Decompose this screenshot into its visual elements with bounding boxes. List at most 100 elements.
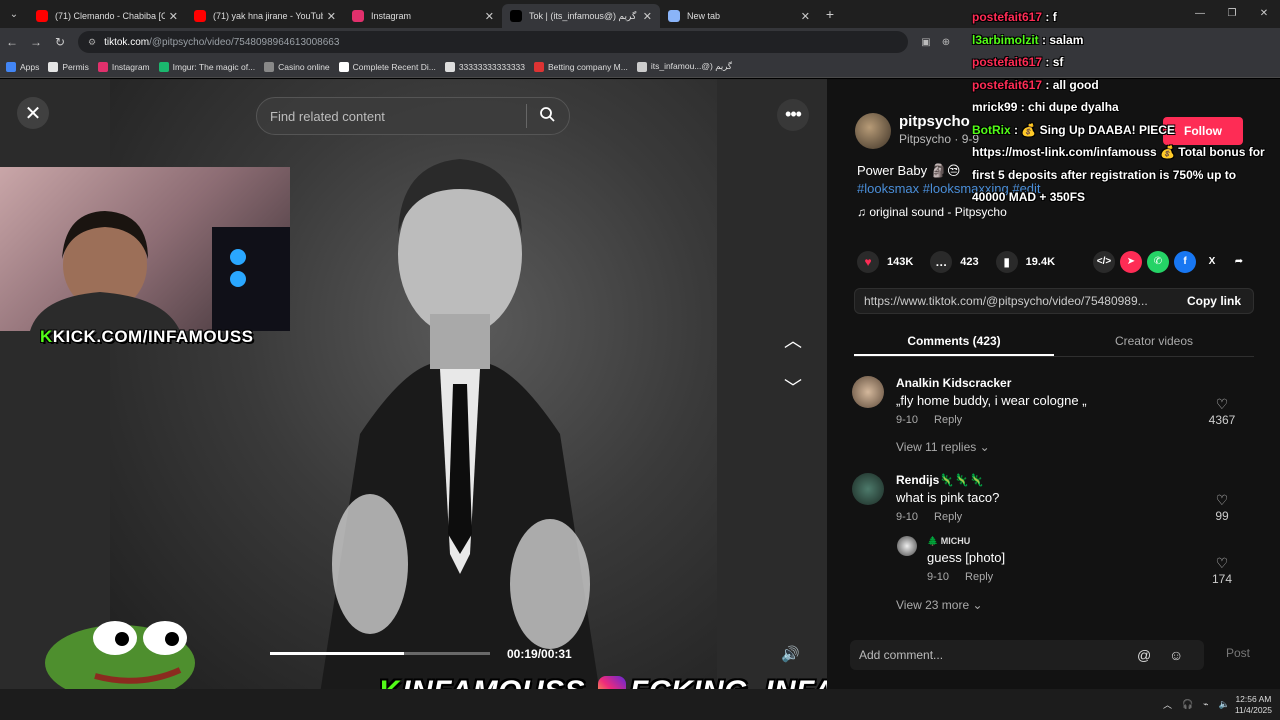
view-more-text: View 23 more xyxy=(896,598,970,612)
close-video-button[interactable]: ✕ xyxy=(17,97,49,129)
new-tab-button[interactable]: + xyxy=(818,6,842,22)
more-options-icon[interactable]: ••• xyxy=(777,99,809,131)
author-block[interactable]: pitpsycho Pitpsycho · 9-9 xyxy=(855,113,979,149)
heart-icon[interactable]: ♥ xyxy=(857,251,879,273)
browser-tab[interactable]: (71) Clemando - Chabiba [Offic ✕ xyxy=(28,4,186,28)
view-replies[interactable]: View 11 replies ⌄ xyxy=(896,440,990,454)
browser-tab[interactable]: New tab ✕ xyxy=(660,4,818,28)
cast-icon[interactable]: ▣ xyxy=(916,37,936,48)
comment-stat[interactable]: … 423 xyxy=(930,251,979,273)
bookmark-item[interactable]: Instagram xyxy=(97,61,150,72)
previous-video-icon[interactable]: ︿ xyxy=(779,327,807,355)
comment-avatar[interactable] xyxy=(852,473,884,505)
like-stat[interactable]: ♥ 143K xyxy=(857,251,913,273)
tab-creator-videos[interactable]: Creator videos xyxy=(1054,329,1254,356)
x-icon[interactable]: X xyxy=(1201,251,1223,273)
reply-button[interactable]: Reply xyxy=(934,414,962,426)
save-stat[interactable]: ▮ 19.4K xyxy=(995,251,1055,273)
close-tab-icon[interactable]: ✕ xyxy=(643,10,652,23)
video-link[interactable]: https://www.tiktok.com/@pitpsycho/video/… xyxy=(855,294,1175,308)
close-tab-icon[interactable]: ✕ xyxy=(327,10,336,23)
headset-icon[interactable]: 🎧 xyxy=(1182,699,1193,710)
tab-favicon-icon xyxy=(352,10,364,22)
bookmark-item[interactable]: Permis xyxy=(48,61,89,72)
tab-favicon-icon xyxy=(194,10,206,22)
video-progress-bar[interactable] xyxy=(270,652,490,655)
close-tab-icon[interactable]: ✕ xyxy=(801,10,810,23)
browser-tab[interactable]: Tok | (its_infamous@) گريم ✕ xyxy=(502,4,660,28)
comment-like[interactable]: ♡ 174 xyxy=(1199,555,1245,586)
bookmark-item[interactable]: Complete Recent Di... xyxy=(338,61,436,72)
bookmark-favicon-icon xyxy=(158,61,169,72)
tray-chevron-icon[interactable]: ︿ xyxy=(1163,698,1172,711)
facebook-icon[interactable]: f xyxy=(1174,251,1196,273)
bookmark-icon[interactable]: ▮ xyxy=(995,251,1018,273)
comment-like[interactable]: ♡ 99 xyxy=(1199,492,1245,523)
author-avatar[interactable] xyxy=(855,113,891,149)
comment-avatar[interactable] xyxy=(852,376,884,408)
comment-author[interactable]: Analkin Kidscracker xyxy=(896,376,1087,390)
post-comment-button[interactable]: Post xyxy=(1226,646,1250,660)
chat-username: postefait617 xyxy=(972,10,1043,24)
kick-url-text: KICK.COM/INFAMOUSS xyxy=(52,327,254,346)
tab-comments[interactable]: Comments (423) xyxy=(854,329,1054,356)
mention-icon[interactable]: @ xyxy=(1137,647,1151,663)
heart-outline-icon[interactable]: ♡ xyxy=(1199,555,1245,572)
emoji-icon[interactable]: ☺ xyxy=(1169,647,1183,663)
reply-button[interactable]: Reply xyxy=(965,571,993,583)
comment-icon[interactable]: … xyxy=(930,251,953,273)
comment-date: 9-10 xyxy=(927,571,950,583)
reload-icon[interactable]: ↻ xyxy=(48,35,72,49)
view-more-replies[interactable]: View 23 more ⌄ xyxy=(896,598,983,612)
next-video-icon[interactable]: ﹀ xyxy=(779,374,807,402)
heart-outline-icon[interactable]: ♡ xyxy=(1199,492,1245,509)
reply-button[interactable]: Reply xyxy=(934,511,962,523)
whatsapp-icon[interactable]: ✆ xyxy=(1147,251,1169,273)
chat-message: mrick99 : chi dupe dyalha xyxy=(972,96,1280,119)
tab-title: New tab xyxy=(687,11,721,21)
add-comment-field[interactable]: Add comment... @ ☺ xyxy=(850,640,1204,670)
related-search-input[interactable] xyxy=(270,108,520,124)
chevron-down-icon: ⌄ xyxy=(972,598,983,612)
comment-like[interactable]: ♡ 4367 xyxy=(1199,396,1245,427)
author-username[interactable]: pitpsycho xyxy=(899,113,979,130)
embed-icon[interactable]: </> xyxy=(1093,251,1115,273)
bookmark-item[interactable]: its_infamou...@) گريم xyxy=(636,61,732,72)
close-tab-icon[interactable]: ✕ xyxy=(485,10,494,23)
site-info-icon[interactable]: ⚙ xyxy=(88,37,96,48)
bookmark-item[interactable]: Imgur: The magic of... xyxy=(158,61,255,72)
comment-author[interactable]: Rendijs🦎🦎🦎 xyxy=(896,473,999,487)
heart-outline-icon[interactable]: ♡ xyxy=(1199,396,1245,413)
music-note-icon: ♫ xyxy=(857,205,870,219)
bookmark-item[interactable]: 33333333333333 xyxy=(444,61,525,72)
speaker-icon[interactable]: 🔈 xyxy=(1219,699,1230,710)
tab-favicon-icon xyxy=(668,10,680,22)
comment-avatar[interactable] xyxy=(897,536,917,556)
forward-icon[interactable]: → xyxy=(24,35,48,49)
address-bar[interactable]: ⚙ tiktok.com /@pitpsycho/video/754809896… xyxy=(78,31,908,53)
comment-text: guess [photo] xyxy=(927,550,1006,565)
taskbar-clock[interactable]: 12:56 AM 11/4/2025 xyxy=(1235,694,1272,716)
bookmark-item[interactable]: Betting company M... xyxy=(534,61,628,72)
chat-text: 40000 MAD + 350FS xyxy=(972,190,1086,204)
chat-message: postefait617 : all good xyxy=(972,74,1280,97)
browser-tab[interactable]: (71) yak hna jirane - YouTube ✕ xyxy=(186,4,344,28)
back-icon[interactable]: ← xyxy=(0,35,24,49)
volume-icon[interactable]: 🔊 xyxy=(781,645,800,663)
chat-username: postefait617 xyxy=(972,77,1043,92)
search-icon[interactable] xyxy=(539,106,555,127)
browser-tab[interactable]: Instagram ✕ xyxy=(344,4,502,28)
bookmark-item[interactable]: Casino online xyxy=(264,61,330,72)
network-icon[interactable]: ⌁ xyxy=(1203,699,1208,710)
tab-search-icon[interactable]: ⌄ xyxy=(0,0,28,28)
copy-link-button[interactable]: Copy link xyxy=(1175,294,1253,308)
bookmark-item[interactable]: Apps xyxy=(6,61,39,72)
close-tab-icon[interactable]: ✕ xyxy=(169,10,178,23)
related-search-box[interactable] xyxy=(256,97,570,135)
chat-username: postefait617 xyxy=(972,55,1043,69)
share-arrow-icon[interactable]: ➦ xyxy=(1228,251,1250,273)
zoom-icon[interactable]: ⊕ xyxy=(936,37,956,48)
comment-author[interactable]: 🌲 MICHU xyxy=(927,536,1009,547)
comment-count: 423 xyxy=(960,256,979,268)
send-icon[interactable]: ➤ xyxy=(1120,251,1142,273)
